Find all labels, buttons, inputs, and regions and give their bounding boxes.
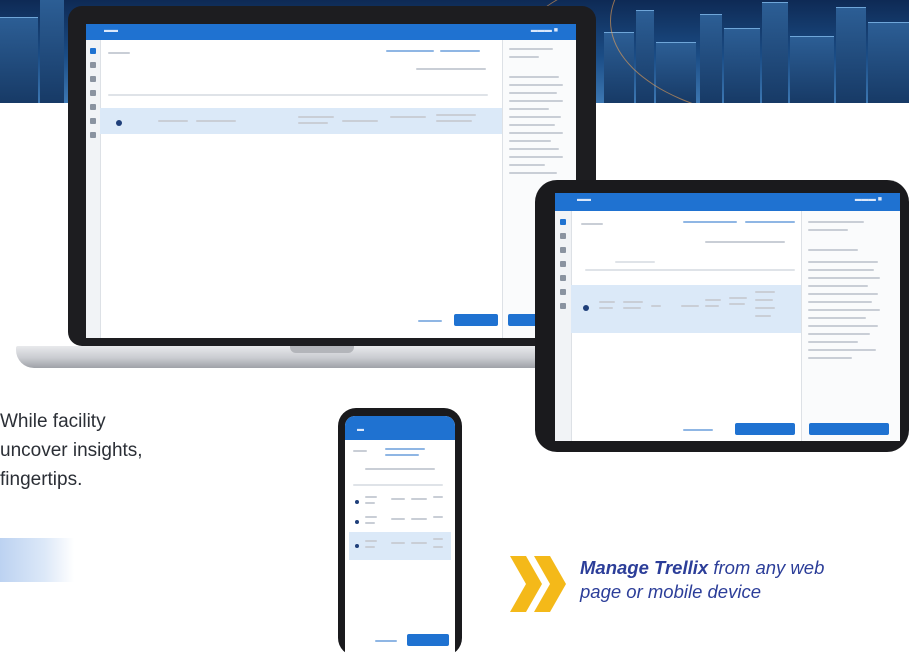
sidebar-icon-active[interactable] [560, 219, 566, 225]
sidebar-icon[interactable] [560, 247, 566, 253]
sidebar-icon[interactable] [560, 233, 566, 239]
sidebar-icon[interactable] [560, 289, 566, 295]
tablet-cancel-button[interactable] [683, 429, 713, 431]
cancel-button[interactable] [418, 320, 442, 322]
callout-emphasis: Manage Trellix [580, 557, 709, 578]
tablet-sidebar [555, 211, 572, 441]
promo-line-1: While facility [0, 411, 106, 432]
tablet-app-user-placeholder: ▬▬▬ ■ [854, 196, 882, 203]
tablet-detail-panel [801, 211, 900, 441]
sidebar-icon[interactable] [90, 90, 96, 96]
promo-text: While facility uncover insights, fingert… [0, 407, 143, 494]
tablet-app-header-bar: ▬▬ ▬▬▬ ■ [555, 193, 900, 211]
laptop-screen: ▬▬ ▬▬▬ ■ [86, 24, 576, 338]
phone-primary-action-button[interactable] [407, 634, 449, 646]
tablet-screen: ▬▬ ▬▬▬ ■ [555, 193, 900, 441]
sidebar-icon[interactable] [90, 132, 96, 138]
phone-app-title-placeholder: ▬ [357, 426, 364, 433]
sidebar-icon[interactable] [90, 104, 96, 110]
promo-line-2: uncover insights, [0, 440, 143, 461]
tablet-primary-action-button[interactable] [735, 423, 795, 435]
sidebar-icon[interactable] [560, 261, 566, 267]
app-title-placeholder: ▬▬ [104, 27, 118, 34]
sidebar-icon[interactable] [90, 118, 96, 124]
promo-line-3: fingertips. [0, 469, 83, 490]
phone-app-header-bar: ▬ [345, 416, 455, 440]
sidebar-icon[interactable] [90, 62, 96, 68]
app-header-bar: ▬▬ ▬▬▬ ■ [86, 24, 576, 40]
callout-line-2: page or mobile device [580, 581, 761, 602]
app-user-placeholder: ▬▬▬ ■ [530, 27, 558, 34]
sidebar-icon[interactable] [560, 303, 566, 309]
sidebar-icon-active[interactable] [90, 48, 96, 54]
phone-screen: ▬ [345, 416, 455, 656]
double-chevron-icon [510, 556, 566, 612]
decorative-gradient-bar [0, 538, 74, 582]
callout-text: Manage Trellix from any web page or mobi… [580, 556, 824, 604]
laptop-notch [290, 346, 354, 353]
tablet-app-title-placeholder: ▬▬ [577, 196, 591, 203]
primary-action-button[interactable] [454, 314, 498, 326]
phone-cancel-button[interactable] [375, 640, 397, 642]
tablet-panel-action-button[interactable] [809, 423, 889, 435]
app-sidebar [86, 40, 101, 338]
sidebar-icon[interactable] [90, 76, 96, 82]
sidebar-icon[interactable] [560, 275, 566, 281]
callout-line-1: from any web [713, 557, 825, 578]
